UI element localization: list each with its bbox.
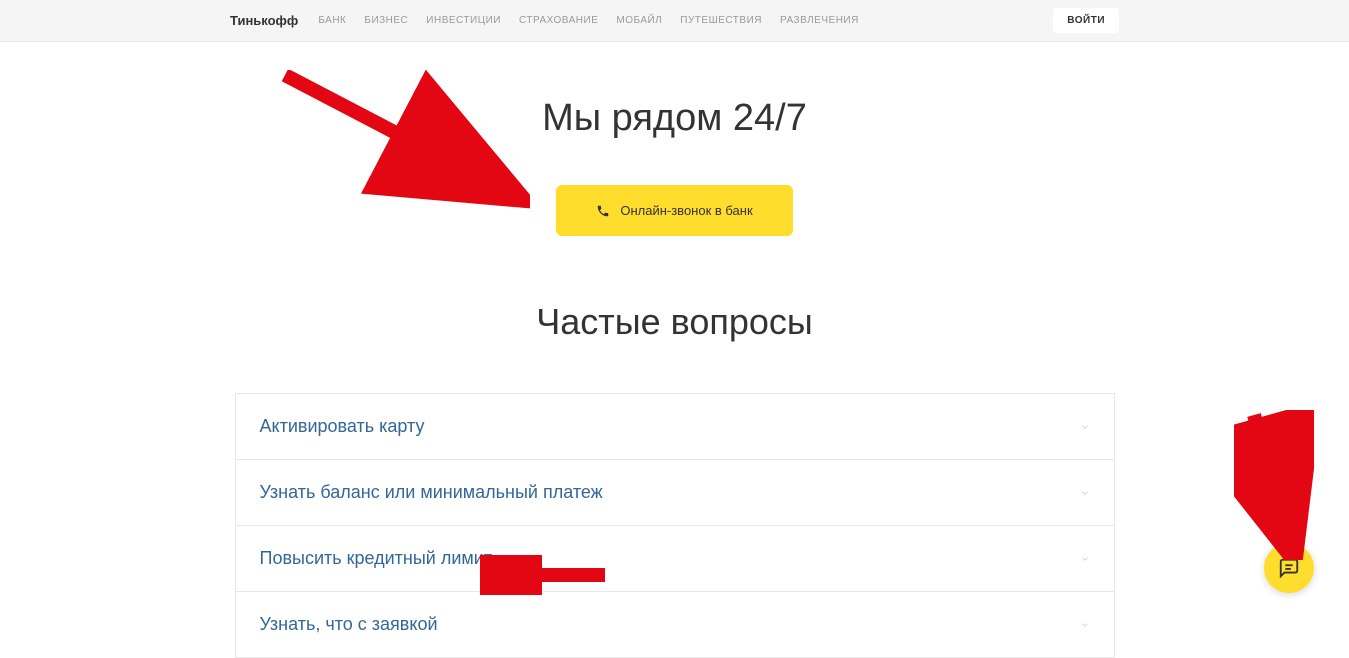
faq-item-label: Активировать карту <box>260 416 425 437</box>
chat-icon <box>1278 557 1300 579</box>
nav-mobile[interactable]: МОБАЙЛ <box>616 15 662 26</box>
faq-item-label: Повысить кредитный лимит <box>260 548 493 569</box>
login-button[interactable]: ВОЙТИ <box>1053 8 1119 33</box>
faq-item-activate-card[interactable]: Активировать карту <box>236 394 1114 460</box>
faq-title: Частые вопросы <box>0 301 1349 343</box>
logo[interactable]: Тинькофф <box>230 13 298 28</box>
chevron-down-icon <box>1080 422 1090 432</box>
call-button-label: Онлайн-звонок в банк <box>620 203 752 218</box>
nav-insurance[interactable]: СТРАХОВАНИЕ <box>519 15 598 26</box>
nav-business[interactable]: БИЗНЕС <box>364 15 408 26</box>
chevron-down-icon <box>1080 554 1090 564</box>
chevron-down-icon <box>1080 488 1090 498</box>
nav-investments[interactable]: ИНВЕСТИЦИИ <box>426 15 501 26</box>
header: Тинькофф БАНК БИЗНЕС ИНВЕСТИЦИИ СТРАХОВА… <box>0 0 1349 42</box>
faq-list: Активировать карту Узнать баланс или мин… <box>235 393 1115 658</box>
phone-icon <box>596 204 610 218</box>
faq-item-credit-limit[interactable]: Повысить кредитный лимит <box>236 526 1114 592</box>
nav-bank[interactable]: БАНК <box>318 15 346 26</box>
hero-title: Мы рядом 24/7 <box>0 97 1349 140</box>
main-content: Мы рядом 24/7 Онлайн-звонок в банк Часты… <box>0 42 1349 658</box>
nav: БАНК БИЗНЕС ИНВЕСТИЦИИ СТРАХОВАНИЕ МОБАЙ… <box>318 15 1053 26</box>
faq-item-label: Узнать баланс или минимальный платеж <box>260 482 603 503</box>
nav-entertainment[interactable]: РАЗВЛЕЧЕНИЯ <box>780 15 859 26</box>
nav-travel[interactable]: ПУТЕШЕСТВИЯ <box>680 15 762 26</box>
chat-button[interactable] <box>1264 543 1314 593</box>
online-call-button[interactable]: Онлайн-звонок в банк <box>556 185 792 236</box>
faq-item-balance[interactable]: Узнать баланс или минимальный платеж <box>236 460 1114 526</box>
